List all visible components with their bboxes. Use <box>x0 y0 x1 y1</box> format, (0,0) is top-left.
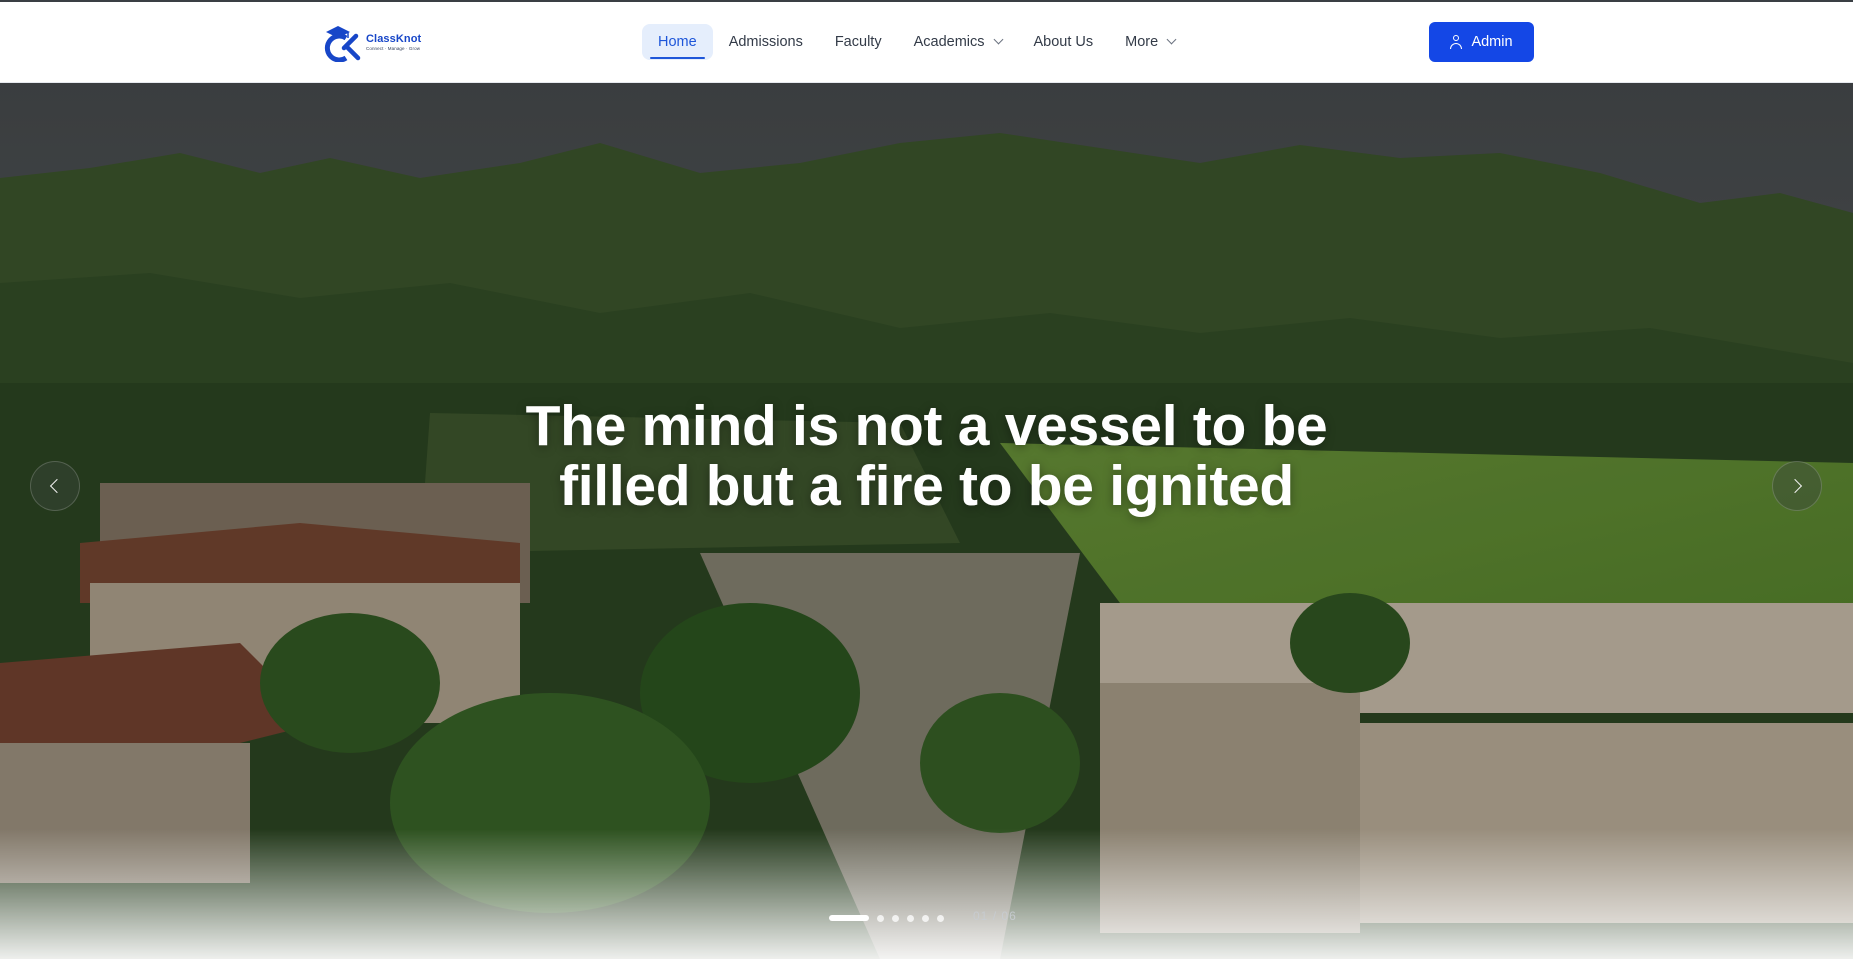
nav-item-about-us[interactable]: About Us <box>1018 24 1110 60</box>
nav-item-label: Home <box>658 34 697 50</box>
carousel-dot-5[interactable] <box>922 914 929 922</box>
slide-counter-separator: / <box>992 909 998 923</box>
carousel-dot-4[interactable] <box>907 914 914 922</box>
nav-item-admissions[interactable]: Admissions <box>713 24 819 60</box>
carousel-dot-1[interactable] <box>829 915 869 921</box>
nav-item-more[interactable]: More <box>1109 24 1191 60</box>
main-nav: Home Admissions Faculty Academics About … <box>642 24 1191 60</box>
carousel-dot-3[interactable] <box>892 914 899 922</box>
brand-logo[interactable]: ClassKnot Connect · Manage · Grow <box>322 24 421 62</box>
hero-bottom-fade <box>0 829 1853 959</box>
carousel-dot-2[interactable] <box>877 914 884 922</box>
nav-item-home[interactable]: Home <box>642 24 713 60</box>
user-icon <box>1450 35 1463 49</box>
admin-login-button[interactable]: Admin <box>1429 22 1534 62</box>
hero-quote: The mind is not a vessel to be filled bu… <box>525 394 1328 518</box>
nav-item-faculty[interactable]: Faculty <box>819 24 898 60</box>
slide-counter-total: 06 <box>1001 909 1017 923</box>
chevron-down-icon <box>1166 34 1177 45</box>
nav-item-label: Faculty <box>834 34 882 50</box>
nav-item-label: More <box>1125 34 1159 50</box>
classknot-logo-icon <box>324 26 361 62</box>
chevron-left-icon <box>49 478 65 494</box>
carousel-dot-6[interactable] <box>937 914 944 922</box>
chevron-right-icon <box>1787 478 1803 494</box>
hero-carousel: The mind is not a vessel to be filled bu… <box>0 83 1853 959</box>
slide-counter-current: 01 <box>973 909 989 923</box>
nav-item-label: About Us <box>1033 34 1094 50</box>
nav-item-label: Academics <box>913 34 985 50</box>
brand-tagline: Connect · Manage · Grow <box>366 46 421 52</box>
hero-overlay <box>0 83 1853 959</box>
chevron-down-icon <box>993 34 1003 45</box>
site-header: ClassKnot Connect · Manage · Grow Home A… <box>0 2 1853 83</box>
admin-button-label: Admin <box>1471 34 1513 50</box>
nav-item-label: Admissions <box>728 34 803 50</box>
nav-item-academics[interactable]: Academics <box>898 24 1018 60</box>
brand-name: ClassKnot <box>366 33 422 46</box>
carousel-next-button[interactable] <box>1772 461 1822 511</box>
slide-counter: 01 / 06 <box>973 909 1017 923</box>
carousel-pagination <box>829 914 944 922</box>
carousel-prev-button[interactable] <box>30 461 80 511</box>
